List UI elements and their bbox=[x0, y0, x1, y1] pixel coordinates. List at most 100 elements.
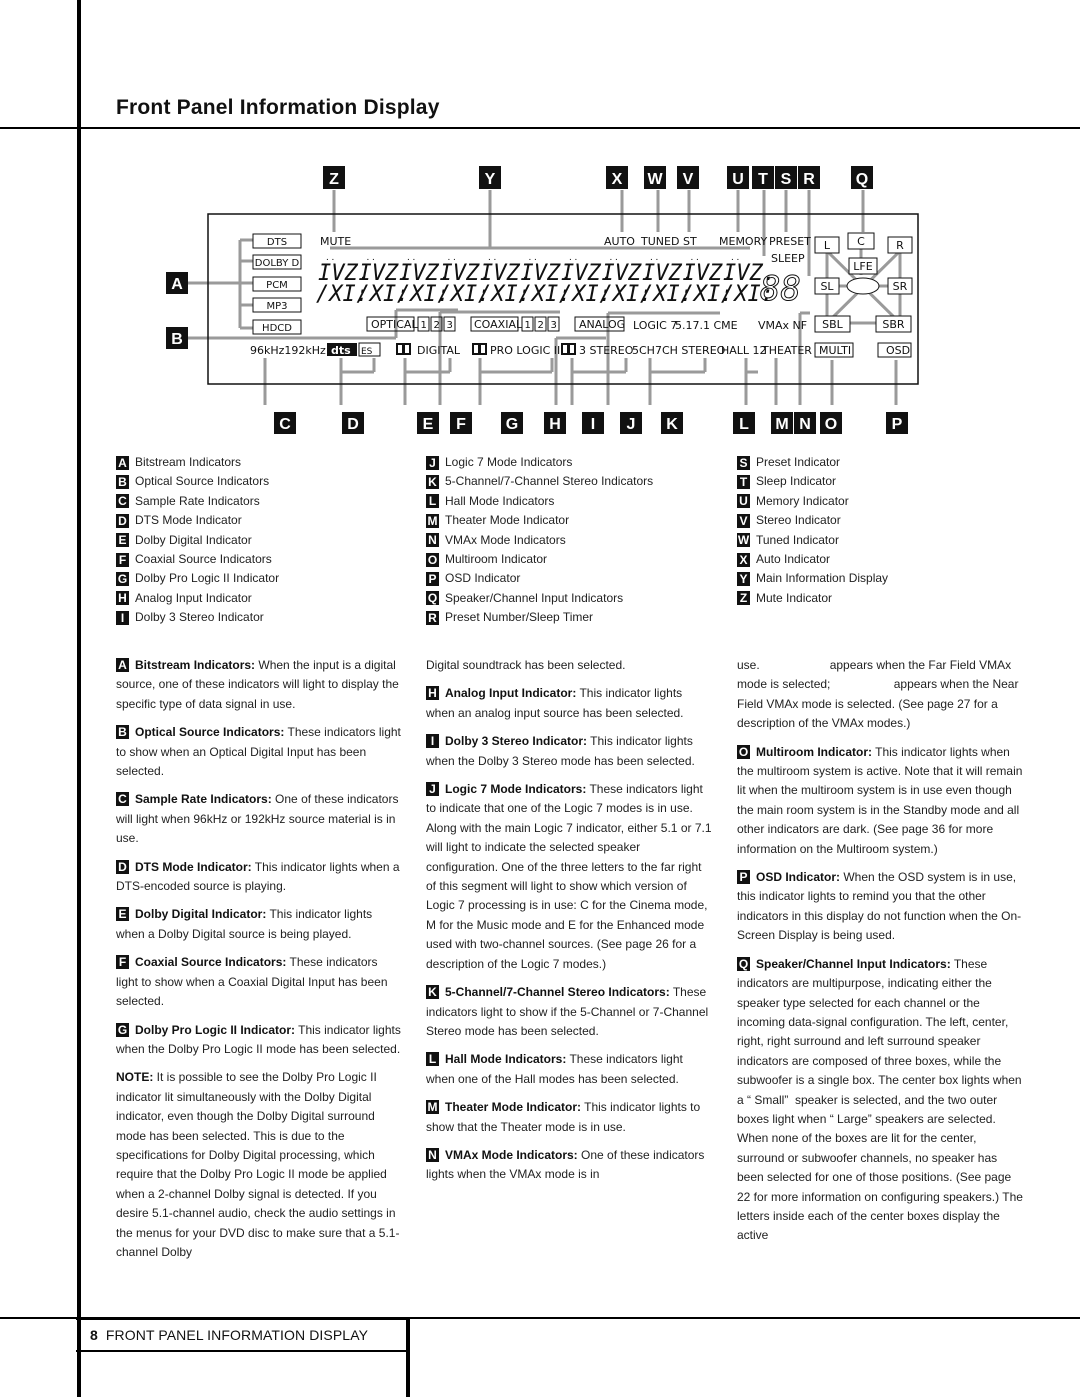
callout-k: K bbox=[661, 412, 683, 434]
pro-logic-ii-indicator: PRO LOGIC II bbox=[490, 344, 560, 357]
coaxial-indicator: COAXIAL bbox=[474, 318, 523, 331]
description-paragraph: F Coaxial Source Indicators: These indica… bbox=[116, 953, 402, 1011]
stereo-indicator: ST bbox=[683, 235, 697, 248]
legend-key-badge: M bbox=[426, 513, 439, 528]
speaker-label-c: C bbox=[857, 235, 865, 248]
segment-dots: . . bbox=[448, 252, 456, 263]
legend-item: T Sleep Indicator bbox=[737, 472, 888, 491]
callout-e: E bbox=[417, 412, 439, 434]
legend-label: Dolby Digital Indicator bbox=[135, 532, 252, 547]
legend-label: Optical Source Indicators bbox=[135, 474, 270, 489]
callout-letter: H bbox=[549, 416, 561, 433]
es-logo: ES bbox=[361, 347, 373, 357]
legend-key-badge: I bbox=[116, 610, 129, 625]
paragraph-text: It is possible to see the Dolby Pro Logi… bbox=[116, 1070, 400, 1259]
legend-key-badge: C bbox=[116, 494, 129, 509]
segment-dots: . . bbox=[650, 252, 658, 263]
paragraph-key-badge: N bbox=[426, 1147, 439, 1162]
paragraph-heading: Sample Rate Indicators: bbox=[135, 792, 272, 807]
speaker-label-l: L bbox=[824, 239, 831, 252]
bitstream-label-hdcd: HDCD bbox=[262, 323, 292, 334]
legend-item: G Dolby Pro Logic II Indicator bbox=[116, 569, 279, 588]
legend-key-badge: R bbox=[426, 610, 439, 625]
segment-dots: . . bbox=[569, 252, 577, 263]
description-paragraph: E Dolby Digital Indicator: This indicator… bbox=[116, 905, 402, 944]
legend-item: P OSD Indicator bbox=[426, 569, 653, 588]
callout-letter: I bbox=[591, 416, 595, 433]
legend-label: Stereo Indicator bbox=[756, 513, 841, 528]
description-paragraph: A Bitstream Indicators: When the input is… bbox=[116, 656, 402, 714]
sample-rate-indicators: 96kHz192kHz bbox=[250, 344, 326, 357]
dolby-digital-symbol bbox=[396, 343, 411, 355]
legend-label: Logic 7 Mode Indicators bbox=[445, 455, 573, 469]
speaker-label-sr: SR bbox=[893, 280, 908, 293]
auto-indicator: AUTO bbox=[604, 235, 635, 248]
paragraph-heading: Speaker/Channel Input Indicators: bbox=[756, 956, 951, 971]
callout-letter: F bbox=[456, 416, 466, 433]
paragraph-heading: DTS Mode Indicator: bbox=[135, 859, 252, 874]
callout-letter: M bbox=[775, 416, 788, 433]
segment-dots: . . bbox=[326, 252, 334, 263]
callout-letter: V bbox=[683, 171, 694, 188]
legend-item: V Stereo Indicator bbox=[737, 511, 888, 530]
paragraph-text: These indicators are multipurpose, indic… bbox=[737, 956, 1027, 1243]
analog-indicator: ANALOG bbox=[579, 318, 625, 331]
paragraph-key-badge: C bbox=[116, 792, 129, 807]
segment-dots: . . bbox=[488, 252, 496, 263]
legend-key-badge: L bbox=[426, 494, 439, 509]
page-number: 8 bbox=[90, 1327, 98, 1343]
description-paragraph: C Sample Rate Indicators: One of these in… bbox=[116, 790, 402, 848]
dolby-3-stereo-indicator: 3 STEREO bbox=[579, 344, 634, 357]
pro-logic-symbol bbox=[472, 343, 487, 355]
body-column-1: A Bitstream Indicators: When the input is… bbox=[116, 656, 402, 1271]
callout-letter: E bbox=[423, 416, 434, 433]
legend-item: Z Mute Indicator bbox=[737, 589, 888, 608]
paragraph-heading: Coaxial Source Indicators: bbox=[135, 955, 287, 970]
paragraph-key-badge: J bbox=[426, 782, 439, 797]
legend-item: O Multiroom Indicator bbox=[426, 550, 653, 569]
description-paragraph: Q Speaker/Channel Input Indicators: These… bbox=[737, 955, 1023, 1246]
paragraph-text: This indicator lights when the multiroom… bbox=[737, 744, 1026, 856]
callout-m: M bbox=[771, 412, 793, 434]
legend-item: U Memory Indicator bbox=[737, 492, 888, 511]
listener-icon bbox=[846, 277, 880, 295]
multiroom-indicator: MULTI bbox=[819, 344, 851, 357]
callout-i: I bbox=[582, 412, 604, 434]
legend-key-badge: O bbox=[426, 552, 439, 567]
paragraph-heading: 5-Channel/7-Channel Stereo Indicators: bbox=[445, 985, 670, 1000]
legend-item: B Optical Source Indicators bbox=[116, 472, 279, 491]
tuned-indicator: TUNED bbox=[640, 235, 679, 248]
callout-letter: O bbox=[825, 416, 837, 433]
legend-item: C Sample Rate Indicators bbox=[116, 492, 279, 511]
legend-item: Q Speaker/Channel Input Indicators bbox=[426, 589, 653, 608]
callout-letter: A bbox=[171, 276, 183, 293]
legend-item: I Dolby 3 Stereo Indicator bbox=[116, 608, 279, 627]
description-paragraph: P OSD Indicator: When the OSD system is i… bbox=[737, 868, 1023, 946]
paragraph-key-badge: P bbox=[737, 870, 750, 885]
legend-key-badge: D bbox=[116, 513, 129, 528]
segment-dots: . . bbox=[407, 252, 415, 263]
paragraph-heading: Dolby 3 Stereo Indicator: bbox=[445, 734, 588, 749]
callout-letter: K bbox=[666, 416, 678, 433]
legend-item: H Analog Input Indicator bbox=[116, 589, 279, 608]
description-paragraph: N VMAx Mode Indicators: One of these indi… bbox=[426, 1146, 712, 1185]
callout-v: V bbox=[677, 166, 699, 189]
description-paragraph: Digital soundtrack has been selected. bbox=[426, 656, 712, 675]
paragraph-key-badge: G bbox=[116, 1022, 129, 1037]
legend-label: Sample Rate Indicators bbox=[135, 493, 260, 508]
paragraph-heading: Analog Input Indicator: bbox=[445, 686, 577, 701]
legend-key-badge: T bbox=[737, 475, 750, 490]
theater-indicator: THEATER bbox=[761, 344, 812, 357]
legend-item: Y Main Information Display bbox=[737, 569, 888, 588]
paragraph-text: use. appears when the Far Field VMAx mod… bbox=[737, 658, 1022, 731]
callout-letter: R bbox=[803, 171, 815, 188]
callout-letter: D bbox=[347, 416, 359, 433]
callout-letter: N bbox=[799, 416, 811, 433]
input-number-3: 3 bbox=[447, 320, 453, 331]
legend-label: Dolby 3 Stereo Indicator bbox=[135, 610, 264, 625]
callout-letter: Z bbox=[329, 171, 339, 188]
bitstream-label-pcm: PCM bbox=[266, 280, 288, 291]
legend-key-badge: G bbox=[116, 572, 129, 587]
legend-key-badge: X bbox=[737, 552, 750, 567]
callout-letter: B bbox=[171, 331, 183, 348]
